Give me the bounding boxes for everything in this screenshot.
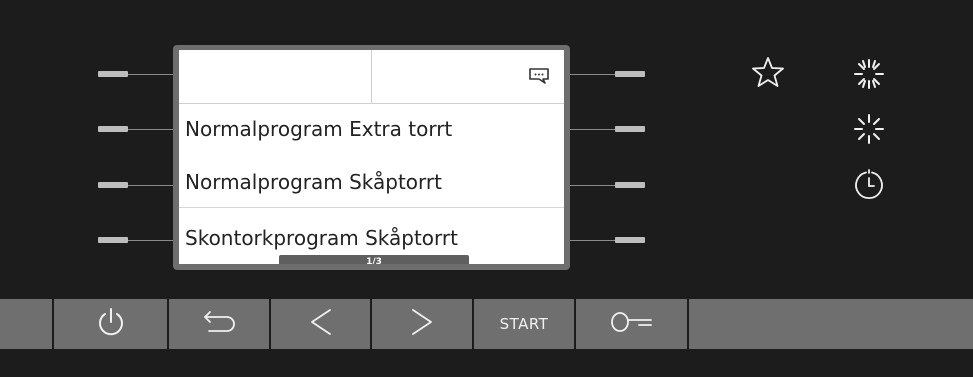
selector-dash [98, 126, 128, 132]
selector-line [128, 74, 173, 75]
timer-icon[interactable] [853, 169, 885, 205]
left-selector-2[interactable] [98, 126, 173, 132]
message-icon[interactable] [528, 67, 550, 89]
power-icon [96, 306, 126, 342]
header-right-cell [372, 50, 564, 104]
chevron-left-icon [308, 307, 334, 341]
selector-dash [615, 71, 645, 77]
right-selector-2[interactable] [570, 126, 645, 132]
half-sun-icon[interactable] [853, 113, 885, 149]
selector-line [128, 240, 173, 241]
right-selector-1[interactable] [570, 71, 645, 77]
back-button[interactable] [169, 299, 269, 349]
selector-line [128, 185, 173, 186]
star-icon[interactable] [751, 56, 785, 92]
selector-dash [98, 182, 128, 188]
previous-button[interactable] [271, 299, 370, 349]
left-selector-3[interactable] [98, 182, 173, 188]
chevron-right-icon [409, 307, 435, 341]
start-button[interactable]: START [474, 299, 574, 349]
power-button[interactable] [54, 299, 167, 349]
program-item[interactable]: Normalprogram Extra torrt [179, 103, 564, 155]
left-selector-1[interactable] [98, 71, 173, 77]
bar-spacer-left [0, 299, 52, 349]
key-icon [609, 310, 655, 338]
selector-line [128, 129, 173, 130]
right-selector-4[interactable] [570, 237, 645, 243]
selector-dash [98, 71, 128, 77]
selector-dash [98, 237, 128, 243]
selector-dash [615, 126, 645, 132]
header-left-cell [179, 50, 372, 104]
bar-spacer-right [689, 299, 973, 349]
back-arrow-icon [199, 310, 239, 338]
selector-line [570, 129, 615, 130]
control-bar: START [0, 299, 973, 349]
sun-icon[interactable] [853, 58, 885, 94]
selector-dash [615, 237, 645, 243]
page-indicator: 1/3 [279, 255, 469, 264]
display-bezel: Normalprogram Extra torrt Normalprogram … [173, 45, 570, 270]
right-selector-3[interactable] [570, 182, 645, 188]
appliance-control-panel: Normalprogram Extra torrt Normalprogram … [0, 0, 973, 377]
next-button[interactable] [372, 299, 472, 349]
key-lock-button[interactable] [576, 299, 687, 349]
selector-line [570, 185, 615, 186]
left-selector-4[interactable] [98, 237, 173, 243]
selector-dash [615, 182, 645, 188]
start-label: START [499, 315, 549, 333]
program-item[interactable]: Normalprogram Skåptorrt [179, 156, 564, 208]
display-screen: Normalprogram Extra torrt Normalprogram … [179, 50, 564, 264]
selector-line [570, 74, 615, 75]
selector-line [570, 240, 615, 241]
